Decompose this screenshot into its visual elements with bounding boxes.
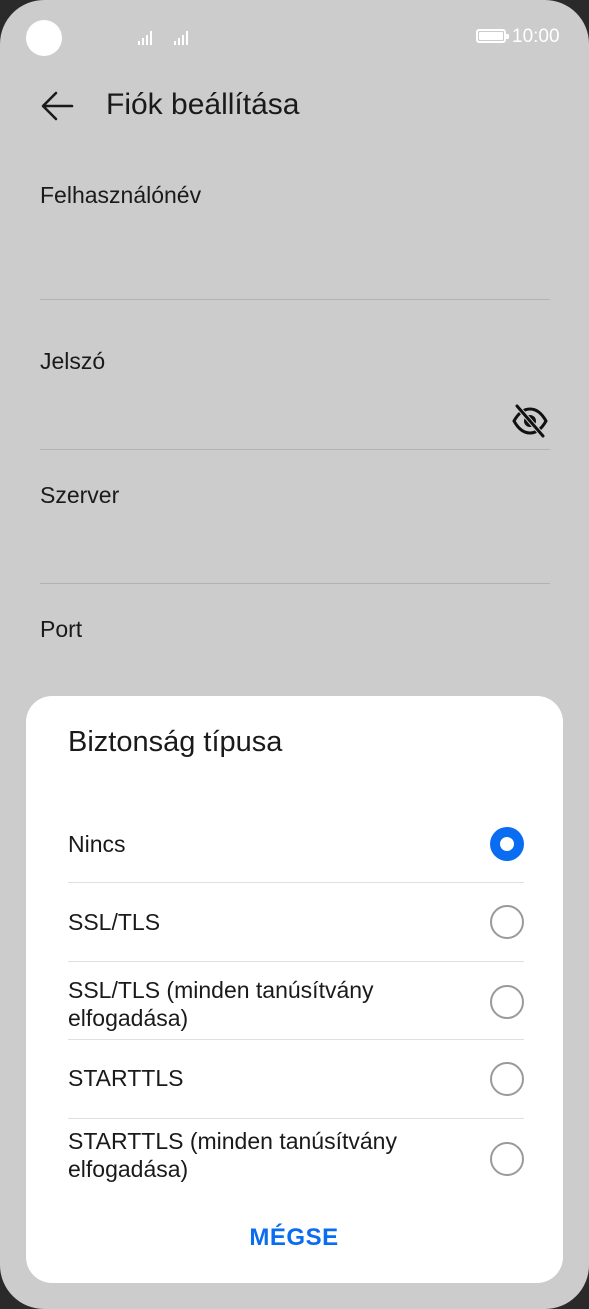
option-label: SSL/TLS (minden tanúsítvány elfogadása): [68, 977, 374, 1031]
port-label: Port: [40, 616, 83, 642]
cancel-button[interactable]: MÉGSE: [194, 1214, 394, 1262]
arrow-left-icon: [41, 91, 74, 121]
server-field[interactable]: Szerver: [40, 482, 550, 509]
signal-icon: [174, 29, 196, 45]
radio-unselected-icon[interactable]: [490, 1062, 524, 1096]
eye-off-icon: [512, 404, 548, 438]
option-divider: [68, 1039, 524, 1040]
option-label: STARTTLS: [68, 1065, 184, 1091]
option-ssl-tls-accept-all[interactable]: SSL/TLS (minden tanúsítvány elfogadása): [68, 968, 524, 1038]
status-time: 10:00: [512, 26, 560, 47]
option-label: SSL/TLS: [68, 909, 161, 935]
port-field[interactable]: Port: [40, 616, 550, 643]
battery-icon: [476, 29, 509, 43]
camera-cutout: [26, 20, 62, 56]
option-label: Nincs: [68, 831, 126, 857]
username-label: Felhasználónév: [40, 182, 202, 208]
security-type-dialog: Biztonság típusa Nincs SSL/TLS SSL/TLS (…: [26, 696, 563, 1283]
option-divider: [68, 882, 524, 883]
option-divider: [68, 1118, 524, 1119]
radio-unselected-icon[interactable]: [490, 1142, 524, 1176]
password-divider: [40, 449, 550, 450]
status-bar: 10:00: [0, 0, 589, 72]
password-visibility-toggle[interactable]: [511, 402, 549, 440]
radio-unselected-icon[interactable]: [490, 905, 524, 939]
username-field[interactable]: Felhasználónév: [40, 182, 550, 209]
server-label: Szerver: [40, 482, 120, 508]
option-starttls[interactable]: STARTTLS: [68, 1048, 524, 1108]
password-field[interactable]: Jelszó: [40, 348, 550, 375]
option-divider: [68, 961, 524, 962]
option-ssl-tls[interactable]: SSL/TLS: [68, 892, 524, 952]
back-button[interactable]: [36, 84, 80, 128]
option-none[interactable]: Nincs: [68, 814, 524, 874]
option-label: STARTTLS (minden tanúsítvány elfogadása): [68, 1128, 397, 1182]
username-divider: [40, 299, 550, 300]
server-divider: [40, 583, 550, 584]
password-label: Jelszó: [40, 348, 106, 374]
radio-unselected-icon[interactable]: [490, 985, 524, 1019]
page-title: Fiók beállítása: [106, 88, 300, 121]
option-starttls-accept-all[interactable]: STARTTLS (minden tanúsítvány elfogadása): [68, 1126, 524, 1196]
signal-icon: [138, 29, 160, 45]
dialog-title: Biztonság típusa: [68, 726, 283, 758]
radio-selected-icon[interactable]: [490, 827, 524, 861]
phone-screen: 10:00 Fiók beállítása Felhasználónév Jel…: [0, 0, 589, 1309]
